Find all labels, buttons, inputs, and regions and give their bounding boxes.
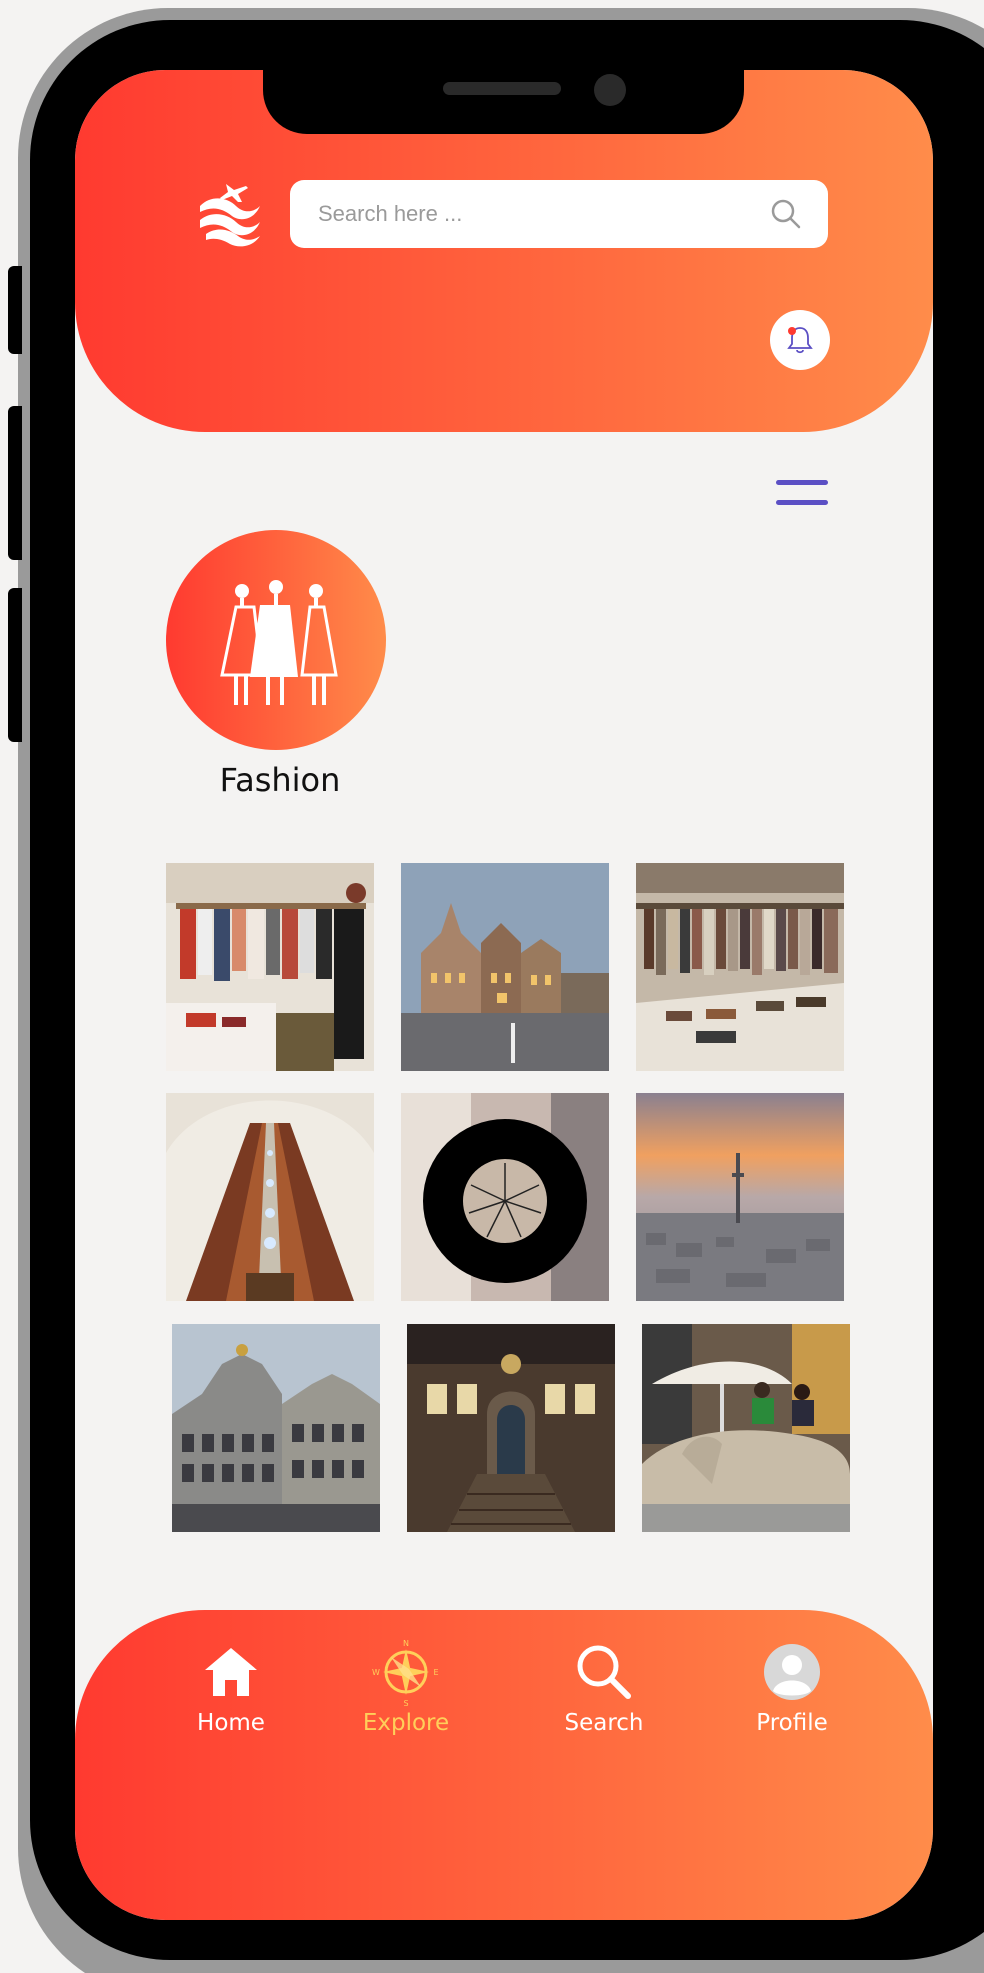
phone-side-button [8,406,22,560]
search-icon [577,1645,631,1699]
svg-text:E: E [433,1668,438,1677]
nav-home[interactable]: Home [161,1640,301,1736]
nav-profile-label: Profile [756,1710,828,1736]
nav-search-label: Search [564,1710,644,1736]
nav-explore-label: Explore [362,1710,450,1736]
wave-airplane-logo-icon[interactable] [192,176,264,248]
gallery-image-clothing-store[interactable] [166,863,374,1071]
nav-explore[interactable]: N S W E Explore [336,1639,476,1736]
avatar-icon [764,1644,820,1700]
search-icon[interactable] [770,198,802,230]
gallery-image-city-sunset[interactable] [636,1093,844,1301]
phone-notch [263,70,744,134]
bell-icon [787,327,813,354]
nav-home-label: Home [197,1710,265,1736]
svg-text:N: N [403,1639,409,1648]
nav-search[interactable]: Search [534,1640,674,1736]
home-icon [205,1648,257,1696]
category-fashion-button[interactable] [166,530,386,750]
notification-button[interactable] [770,310,830,370]
svg-text:S: S [403,1699,408,1707]
gallery-image-clothing-racks[interactable] [636,863,844,1071]
gallery-image-escalator[interactable] [166,1093,374,1301]
bottom-navigation: Home N S W E Explore Search Profile [75,1610,933,1920]
app-stage: Fashion [0,0,984,1973]
gallery-image-station-hall[interactable] [407,1324,615,1532]
gallery-image-guild-houses[interactable] [172,1324,380,1532]
search-bar[interactable] [290,180,828,248]
nav-profile[interactable]: Profile [722,1640,862,1736]
front-camera [594,74,626,106]
gallery-image-fabric-loader[interactable] [401,1093,609,1301]
phone-side-button [8,266,22,354]
hamburger-menu-icon[interactable] [774,478,830,508]
svg-text:W: W [372,1668,380,1677]
gallery-image-gothic-building[interactable] [401,863,609,1071]
speaker-grille [443,82,561,95]
compass-icon: N S W E [372,1639,438,1707]
category-label: Fashion [219,761,341,799]
phone-side-button [8,588,22,742]
mannequins-icon [220,580,338,705]
search-input[interactable] [316,200,768,228]
gallery-image-hand-sculpture[interactable] [642,1324,850,1532]
